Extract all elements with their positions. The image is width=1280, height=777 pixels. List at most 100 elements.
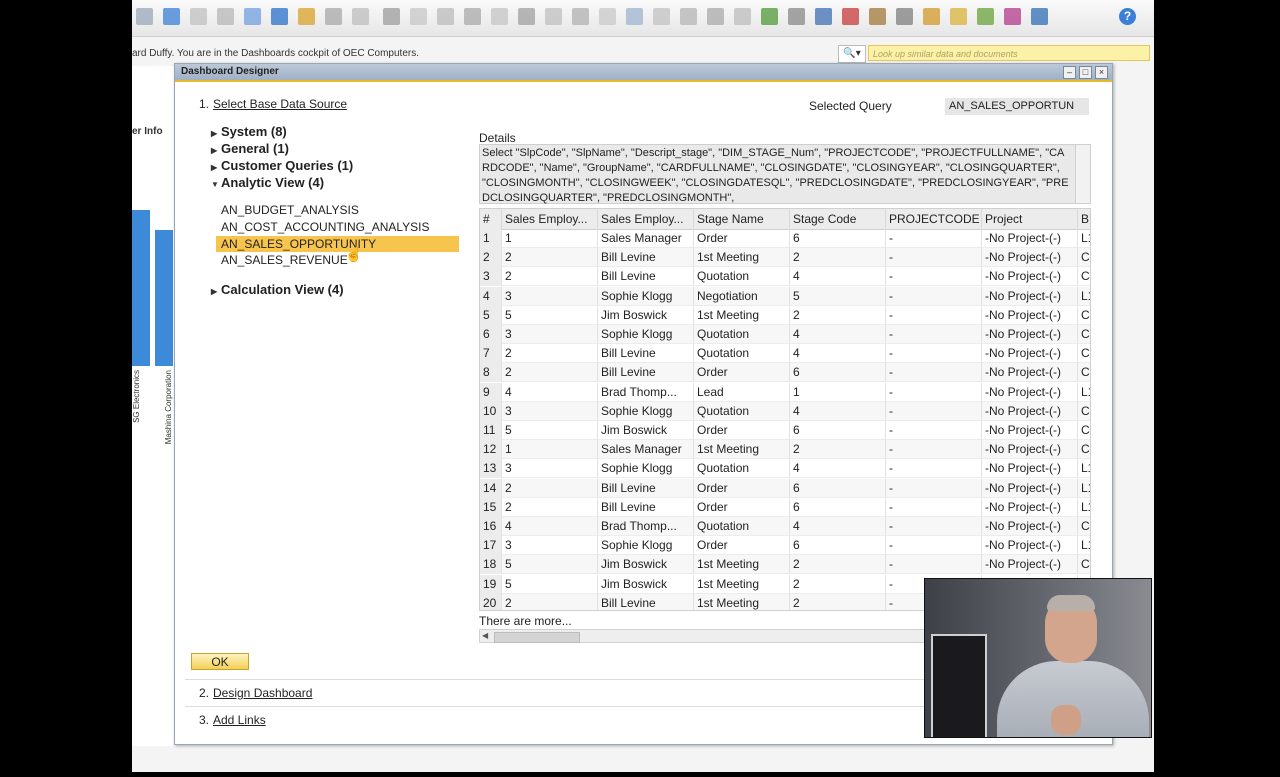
dialog-title: Dashboard Designer — [181, 66, 279, 77]
column-header[interactable]: Sales Employ... — [502, 209, 598, 229]
leaf-an-cost-accounting-analysis[interactable]: AN_COST_ACCOUNTING_ANALYSIS — [220, 219, 461, 235]
table-row[interactable]: 12 1 Sales Manager 1st Meeting 2- -No Project… — [480, 440, 1090, 460]
tree-node-calculation-view[interactable]: ▶ Calculation View (4) — [211, 282, 344, 297]
lookup-input[interactable]: Look up similar data and documents — [868, 45, 1150, 61]
table-row[interactable]: 4 3 Sophie Klogg Negotiation 5- -No Project-(… — [480, 286, 1090, 306]
first-record-icon[interactable] — [383, 8, 400, 25]
sort-icon[interactable] — [518, 8, 535, 25]
new-doc-icon[interactable] — [136, 8, 153, 25]
table-row[interactable]: 5 5 Jim Boswick 1st Meeting 2- -No Project-(-… — [480, 305, 1090, 325]
table-row[interactable]: 7 2 Bill Levine Quotation 4- -No Project-(-) C… — [480, 344, 1090, 364]
form-icon[interactable] — [869, 8, 886, 25]
binoculars-icon[interactable] — [325, 8, 342, 25]
close-icon[interactable]: × — [1095, 66, 1108, 79]
table-row[interactable]: 94Brad Thomp...Lead1--No Project-(-)L1 — [480, 382, 1090, 402]
column-header[interactable]: # — [480, 209, 502, 229]
column-header[interactable]: PROJECTCODE — [886, 209, 982, 229]
settings-icon[interactable] — [1031, 8, 1048, 25]
pencil-icon[interactable] — [734, 8, 751, 25]
scroll-left-icon[interactable]: ◀ — [482, 631, 488, 640]
page-icon[interactable] — [761, 8, 778, 25]
maximize-icon[interactable]: □ — [1079, 66, 1092, 79]
table-row[interactable]: 16 4 Brad Thomp... Quotation 4- -No Project-(… — [480, 517, 1090, 536]
table-row[interactable]: 115Jim BoswickOrder6--No Project-(-)C4 — [480, 421, 1090, 440]
leaf-an-sales-opportunity[interactable]: AN_SALES_OPPORTUNITY — [216, 236, 459, 252]
table-cell: -No Project-(-) — [982, 517, 1078, 536]
calendar-icon[interactable] — [815, 8, 832, 25]
tree-node-customer-queries[interactable]: ▶ Customer Queries (1) — [211, 158, 353, 173]
side-tab[interactable]: er Info — [132, 124, 176, 140]
row-number: 17 — [480, 536, 502, 556]
table-row[interactable]: 10 3 Sophie Klogg Quotation 4- -No Project-(-… — [480, 401, 1090, 421]
expand-arrow-icon[interactable]: ▶ — [211, 146, 221, 155]
table-cell: 1st Meeting — [694, 593, 790, 610]
refresh-icon[interactable] — [977, 8, 994, 25]
leaf-an-budget-analysis[interactable]: AN_BUDGET_ANALYSIS — [220, 202, 461, 218]
table-cell: Sophie Klogg — [598, 459, 694, 479]
table-row[interactable]: 173Sophie KloggOrder6--No Project-(-)L1 — [480, 536, 1090, 556]
expand-arrow-icon[interactable]: ▶ — [211, 129, 221, 138]
minimize-icon[interactable]: – — [1063, 66, 1076, 79]
message-icon[interactable] — [1004, 8, 1021, 25]
table-row[interactable]: 11Sales ManagerOrder6--No Project-(-)L1 — [480, 229, 1090, 248]
column-header[interactable]: BF — [1078, 209, 1090, 229]
sql-details-box[interactable]: Select "SlpCode", "SlpName", "Descript_s… — [479, 144, 1091, 204]
last-record-icon[interactable] — [464, 8, 481, 25]
table-row[interactable]: 142Bill LevineOrder6--No Project-(-)L1 — [480, 478, 1090, 498]
table-cell: L1 — [1078, 287, 1090, 306]
list-icon[interactable] — [680, 8, 697, 25]
data-grid[interactable]: # Sales Employ... Sales Employ... Stage Nam… — [479, 208, 1091, 611]
table-cell: 5 — [790, 286, 886, 306]
leaf-an-sales-revenue[interactable]: AN_SALES_REVENUE — [220, 252, 461, 268]
doc3-icon[interactable] — [599, 8, 616, 25]
report-icon[interactable] — [298, 8, 315, 25]
tree-node-system[interactable]: ▶ System (8) — [211, 124, 287, 139]
folders-icon[interactable] — [950, 8, 967, 25]
table-row[interactable]: 6 3 Sophie Klogg Quotation 4- -No Project-(-)… — [480, 325, 1090, 344]
filter-icon[interactable] — [491, 8, 508, 25]
tree-icon[interactable] — [896, 8, 913, 25]
step-design-dashboard[interactable]: Design Dashboard — [213, 686, 312, 700]
table-row[interactable]: 13 3 Sophie Klogg Quotation 4- -No Project-(-… — [480, 459, 1090, 479]
ok-button[interactable]: OK — [191, 653, 249, 670]
dialog-title-bar[interactable]: Dashboard Designer – □ × — [175, 64, 1112, 80]
table-row[interactable]: 18 5 Jim Boswick 1st Meeting 2- -No Project-(… — [480, 555, 1090, 575]
chart-icon[interactable] — [653, 8, 670, 25]
upload-icon[interactable] — [271, 8, 288, 25]
scroll-thumb[interactable] — [494, 632, 580, 643]
gear-doc-icon[interactable] — [626, 8, 643, 25]
save-icon[interactable] — [163, 8, 180, 25]
vertical-scrollbar[interactable] — [1075, 145, 1090, 203]
table-row[interactable]: 152Bill LevineOrder6--No Project-(-)L1 — [480, 497, 1090, 517]
prev-record-icon[interactable] — [410, 8, 427, 25]
expand-arrow-icon[interactable]: ▶ — [211, 287, 221, 296]
tree-node-analytic-view[interactable]: ▼ Analytic View (4) — [211, 175, 324, 190]
expand-arrow-icon[interactable]: ▶ — [211, 163, 221, 172]
search-icon[interactable]: 🔍▾ — [838, 45, 866, 63]
alert-icon[interactable] — [842, 8, 859, 25]
edit-icon[interactable] — [707, 8, 724, 25]
paste-icon[interactable] — [244, 8, 261, 25]
table-row[interactable]: 3 2 Bill Levine Quotation 4- -No Project-(-) C… — [480, 267, 1090, 287]
copy-icon[interactable] — [217, 8, 234, 25]
column-header[interactable]: Stage Name — [694, 209, 790, 229]
table-row[interactable]: 82Bill LevineOrder6--No Project-(-)C2 — [480, 363, 1090, 383]
table-cell: 3 — [502, 459, 598, 479]
blank-icon[interactable] — [352, 8, 369, 25]
table-cell: 6 — [790, 478, 886, 498]
check-doc-icon[interactable] — [788, 8, 805, 25]
table-row[interactable]: 2 2 Bill Levine 1st Meeting 2- -No Project-(-… — [480, 248, 1090, 268]
help-icon[interactable]: ? — [1119, 8, 1136, 25]
delete-icon[interactable] — [190, 8, 207, 25]
collapse-arrow-icon[interactable]: ▼ — [211, 180, 221, 189]
next-record-icon[interactable] — [437, 8, 454, 25]
doc-icon[interactable] — [545, 8, 562, 25]
doc2-icon[interactable] — [572, 8, 589, 25]
column-header[interactable]: Stage Code — [790, 209, 886, 229]
step-add-links[interactable]: Add Links — [213, 713, 266, 727]
column-header[interactable]: Project — [982, 209, 1078, 229]
chart-pie-icon[interactable] — [923, 8, 940, 25]
column-header[interactable]: Sales Employ... — [598, 209, 694, 229]
tree-node-general[interactable]: ▶ General (1) — [211, 141, 289, 156]
step-select-base-data-source[interactable]: Select Base Data Source — [213, 97, 347, 111]
